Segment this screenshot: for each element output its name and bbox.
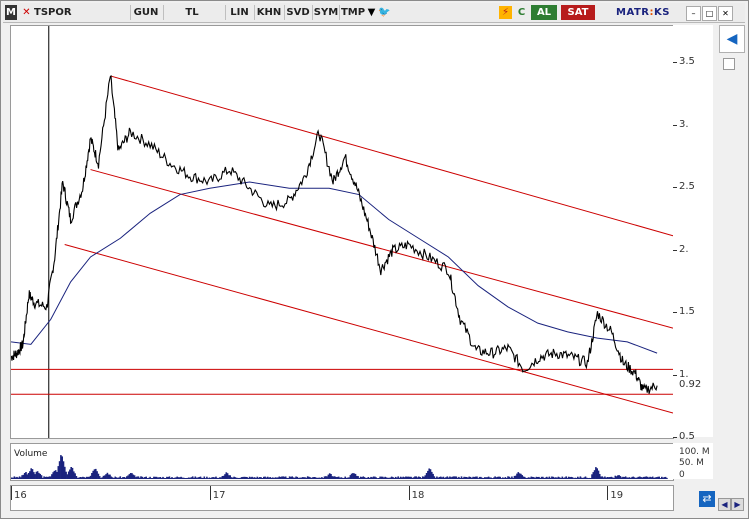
volume-bar — [666, 477, 668, 479]
moving-average-line — [10, 181, 658, 354]
refresh-icon[interactable]: C — [515, 6, 528, 19]
close-window-icon[interactable]: ✕ — [718, 6, 733, 21]
channel-line-2 — [64, 244, 674, 414]
volume-tick-label: 50. M — [679, 458, 704, 468]
scale-button[interactable]: LIN — [225, 5, 253, 20]
brand-logo: MATR:KS — [616, 7, 670, 18]
x-tick-mark — [11, 486, 12, 500]
price-line — [10, 75, 658, 394]
lightning-icon[interactable]: ⚡ — [499, 6, 512, 19]
tmp-button[interactable]: TMP — [339, 5, 366, 20]
volume-chart[interactable]: Volume — [10, 443, 674, 481]
right-panel: ◀ — [719, 25, 745, 437]
price-chart[interactable] — [10, 25, 674, 439]
x-tick-label: 19 — [610, 490, 624, 501]
x-tick-mark — [209, 486, 211, 500]
channel-line-1 — [90, 169, 674, 329]
chart-window: M ✕ TSPOR GUN TL LIN KHN SVD SYM TMP ▼ 🐦… — [0, 0, 749, 519]
currency-button[interactable]: TL — [163, 5, 220, 20]
volume-tick-label: 100. M — [679, 447, 710, 457]
y-tick-mark — [673, 124, 677, 126]
toolbar: M ✕ TSPOR GUN TL LIN KHN SVD SYM TMP ▼ 🐦… — [3, 3, 745, 23]
y-tick-mark — [673, 374, 677, 376]
arrow-left-icon[interactable]: ◀ — [719, 25, 745, 53]
x-tick-mark — [408, 486, 410, 500]
volume-tick-label: 0 — [679, 470, 685, 480]
y-tick-label: 0.5 — [679, 431, 695, 442]
price-chart-svg[interactable] — [10, 26, 674, 438]
checkbox-icon[interactable] — [723, 58, 735, 70]
menu-button[interactable]: M — [5, 5, 17, 20]
symbol-field[interactable]: TSPOR — [32, 5, 130, 20]
y-tick-mark — [673, 437, 677, 438]
y-tick-mark — [673, 249, 677, 251]
volume-axis: 100. M 50. M 0 — [673, 443, 713, 480]
y-tick-label: 1.5 — [679, 306, 695, 318]
y-tick-mark — [673, 187, 677, 189]
x-tick-label: 18 — [411, 490, 425, 501]
minimize-icon[interactable]: – — [686, 6, 701, 21]
buy-button[interactable]: AL — [531, 5, 557, 20]
y-tick-label: 2. — [679, 243, 689, 255]
twitter-icon[interactable]: 🐦 — [378, 6, 391, 19]
price-axis: 3.5 3. 2.5 2. 1.5 1. 0.5 0.92 — [673, 25, 713, 442]
channel-line-0 — [110, 75, 674, 237]
y-tick-label: 3. — [679, 118, 689, 130]
y-tick-label: 2.5 — [679, 181, 695, 193]
volume-label: Volume — [14, 449, 48, 459]
x-tick-label: 17 — [212, 490, 226, 501]
x-tick-mark — [607, 486, 609, 500]
sym-button[interactable]: SYM — [312, 5, 339, 20]
y-tick-mark — [673, 62, 677, 64]
time-axis: 16 17 18 19 — [10, 485, 674, 511]
scroll-right-icon[interactable]: ▶ — [731, 498, 744, 511]
khn-button[interactable]: KHN — [254, 5, 283, 20]
last-price-label: 0.92 — [679, 378, 702, 390]
y-tick-label: 3.5 — [679, 56, 695, 68]
x-tick-label: 16 — [14, 490, 27, 501]
maximize-icon[interactable]: □ — [702, 6, 717, 21]
y-tick-mark — [673, 312, 677, 314]
sync-icon[interactable]: ⇄ — [699, 491, 715, 507]
svd-button[interactable]: SVD — [284, 5, 311, 20]
volume-chart-svg — [11, 455, 668, 479]
period-button[interactable]: GUN — [130, 5, 161, 20]
scroll-left-icon[interactable]: ◀ — [718, 498, 731, 511]
dropdown-arrow-icon[interactable]: ▼ — [365, 6, 378, 19]
sell-button[interactable]: SAT — [561, 5, 595, 20]
